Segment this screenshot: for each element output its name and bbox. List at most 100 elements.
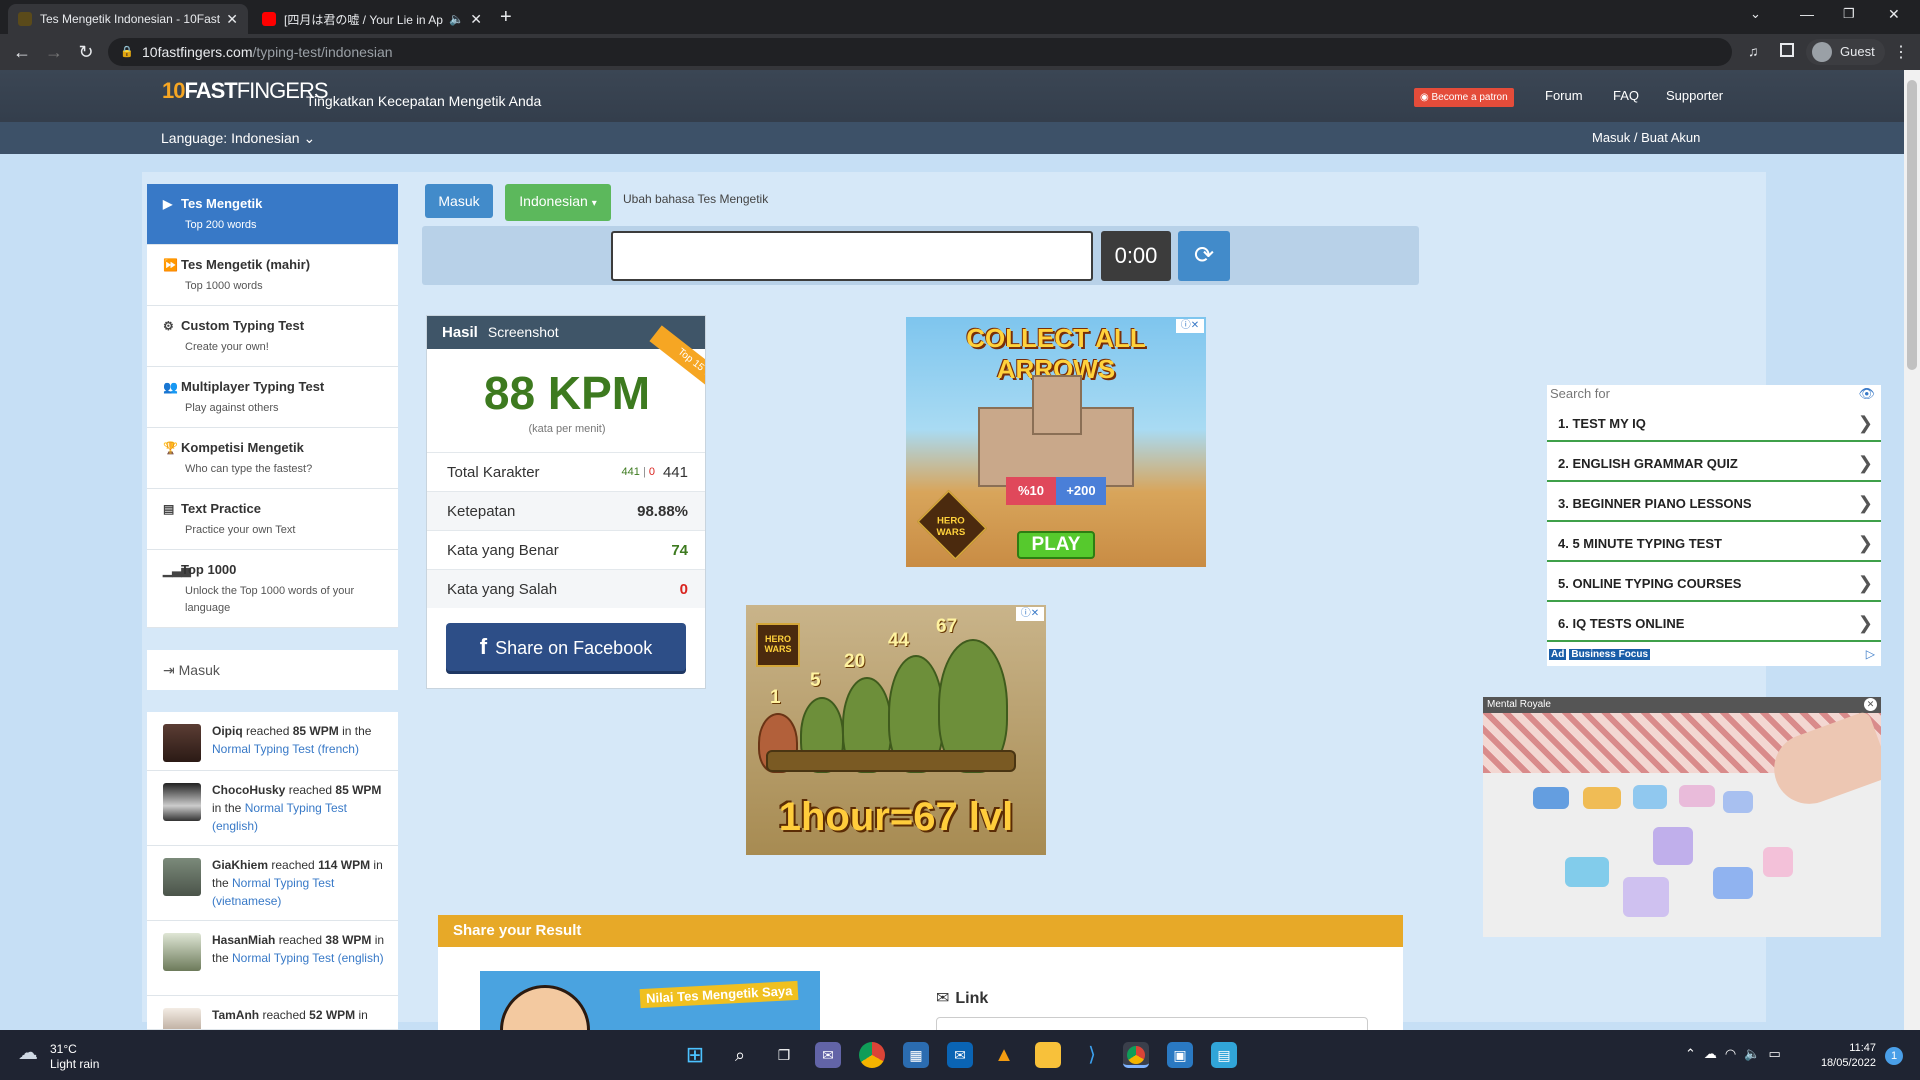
nav-faq[interactable]: FAQ	[1613, 88, 1639, 103]
sidebar-item-kompetisi[interactable]: 🏆 Kompetisi Mengetik Who can type the fas…	[147, 428, 398, 489]
task-view-icon[interactable]: ❐	[771, 1042, 797, 1068]
language-dropdown-button[interactable]: Indonesian ▾	[505, 184, 611, 221]
reload-icon[interactable]: ↻	[75, 42, 97, 63]
tab-typing-test[interactable]: Tes Mengetik Indonesian - 10Fast ✕	[8, 4, 248, 34]
feed-user[interactable]: TamAnh	[212, 1008, 259, 1022]
menu-icon[interactable]: ⋮	[1893, 42, 1909, 62]
language-label: Language: Indonesian	[161, 130, 300, 146]
vscode-icon[interactable]: ⟩	[1079, 1042, 1105, 1068]
search-ad-item[interactable]: 6. IQ TESTS ONLINE ❯	[1547, 605, 1881, 642]
login-register-link[interactable]: Masuk / Buat Akun	[1592, 130, 1700, 145]
close-icon[interactable]: ✕	[1864, 698, 1877, 711]
nav-forum[interactable]: Forum	[1545, 88, 1583, 103]
sidebar-item-text-practice[interactable]: ▤ Text Practice Practice your own Text	[147, 489, 398, 550]
restore-icon[interactable]: ❐	[1843, 6, 1855, 22]
search-ad-item[interactable]: 1. TEST MY IQ ❯	[1547, 405, 1881, 442]
video-ad[interactable]: Mental Royale ✕	[1483, 697, 1881, 937]
side-panel-icon[interactable]	[1780, 43, 1794, 57]
ad-info-icon[interactable]: ⓘ✕	[1016, 607, 1044, 621]
search-icon[interactable]: ⌕	[727, 1042, 753, 1068]
avatar	[163, 1008, 201, 1029]
forward-icon[interactable]: →	[43, 42, 65, 63]
ad-play-button[interactable]: PLAY	[1017, 531, 1095, 559]
tab-screenshot[interactable]: Screenshot	[488, 324, 559, 340]
notepad-icon[interactable]: ▤	[1211, 1042, 1237, 1068]
sidebar-login[interactable]: ⇥ Masuk	[147, 650, 398, 690]
feed-test-link[interactable]: Normal Typing Test (french)	[212, 742, 359, 756]
scrollbar-thumb[interactable]	[1907, 80, 1917, 370]
sidebar-item-tes-mengetik[interactable]: ▶ Tes Mengetik Top 200 words	[147, 184, 398, 245]
cartoon-face-image	[500, 985, 590, 1031]
feed-user[interactable]: HasanMiah	[212, 933, 275, 947]
photos-icon[interactable]: ▣	[1167, 1042, 1193, 1068]
share-result-image[interactable]: Nilai Tes Mengetik Saya	[480, 971, 820, 1031]
feed-user[interactable]: Oipiq	[212, 724, 243, 738]
vlc-icon[interactable]: ▲	[991, 1042, 1017, 1068]
lock-icon[interactable]: 🔒	[120, 45, 134, 58]
feed-text: in the	[212, 801, 245, 815]
become-patron-button[interactable]: ◉ Become a patron	[1414, 88, 1514, 107]
notification-badge[interactable]: 1	[1885, 1047, 1903, 1065]
sidebar-item-top1000[interactable]: ▁▃▅Top 1000 Unlock the Top 1000 words of…	[147, 550, 398, 628]
share-link-label: ✉ Link	[936, 988, 988, 1008]
avatar	[163, 783, 201, 821]
feed-user[interactable]: ChocoHusky	[212, 783, 285, 797]
result-row-ketepatan: Ketepatan 98.88%	[427, 491, 705, 530]
weather-widget[interactable]: ☁ 31°C Light rain	[18, 1042, 99, 1072]
feed-test-link[interactable]: Normal Typing Test (english)	[232, 951, 384, 965]
ad-info-icon[interactable]: ⓘ✕	[1176, 319, 1204, 333]
restart-button[interactable]: ⟳	[1178, 231, 1230, 281]
nav-supporter[interactable]: Supporter	[1666, 88, 1723, 103]
tab-youtube[interactable]: [四月は君の嘘 / Your Lie in Ap 🔈 ✕	[252, 4, 492, 34]
feed-user[interactable]: GiaKhiem	[212, 858, 268, 872]
back-icon[interactable]: ←	[11, 42, 33, 63]
chevron-right-icon: ❯	[1857, 573, 1873, 593]
sidebar-item-multiplayer[interactable]: 👥 Multiplayer Typing Test Play against ot…	[147, 367, 398, 428]
chrome-active-icon[interactable]	[1123, 1042, 1149, 1068]
close-icon[interactable]: ✕	[470, 11, 482, 28]
chevron-right-icon: ❯	[1857, 413, 1873, 433]
search-ad-item[interactable]: 2. ENGLISH GRAMMAR QUIZ ❯	[1547, 445, 1881, 482]
avatar	[163, 858, 201, 896]
clock-time: 11:47	[1849, 1042, 1876, 1054]
store-icon[interactable]: ▦	[903, 1042, 929, 1068]
language-select[interactable]: Language: Indonesian ⌄	[161, 130, 315, 147]
minimize-icon[interactable]: —	[1800, 6, 1814, 22]
sidebar-item-mahir[interactable]: ⏩ Tes Mengetik (mahir) Top 1000 words	[147, 245, 398, 306]
site-logo[interactable]: 10FASTFINGERS	[162, 78, 329, 104]
clock[interactable]: 11:47 18/05/2022	[1800, 1041, 1876, 1071]
mail-icon[interactable]: ✉	[947, 1042, 973, 1068]
start-icon[interactable]: ⊞	[682, 1042, 708, 1068]
media-control-icon[interactable]: ♫	[1748, 43, 1759, 59]
list-item: ChocoHusky reached 85 WPM in the Normal …	[147, 771, 398, 846]
search-ad-item[interactable]: 3. BEGINNER PIANO LESSONS ❯	[1547, 485, 1881, 522]
teams-chat-icon[interactable]: ✉	[815, 1042, 841, 1068]
system-tray[interactable]: ⌃☁◠🔈▭	[1685, 1046, 1789, 1062]
search-ad-item[interactable]: 5. ONLINE TYPING COURSES ❯	[1547, 565, 1881, 602]
typing-input[interactable]	[611, 231, 1093, 281]
window-close-icon[interactable]: ✕	[1888, 6, 1900, 23]
toy-letter	[1653, 827, 1693, 865]
tab-search-icon[interactable]: ⌄	[1750, 6, 1761, 22]
profile-button[interactable]: Guest	[1806, 39, 1885, 65]
wifi-icon: ◠	[1724, 1046, 1745, 1061]
speaker-icon[interactable]: 🔈	[449, 12, 464, 26]
chevron-right-icon: ❯	[1857, 533, 1873, 553]
address-bar[interactable]: 10fastfingers.com/typing-test/indonesian	[108, 38, 1732, 66]
ad-banner-1[interactable]: COLLECT ALL ARROWS ⓘ✕ %10 +200 HERO WARS…	[906, 317, 1206, 567]
search-ad-item[interactable]: 4. 5 MINUTE TYPING TEST ❯	[1547, 525, 1881, 562]
result-label: Kata yang Salah	[447, 581, 558, 598]
file-explorer-icon[interactable]	[1035, 1042, 1061, 1068]
ad-level-num: 1	[770, 687, 781, 708]
feed-text: reached	[242, 724, 293, 738]
ad-banner-2[interactable]: ⓘ✕ HERO WARS 1 5 20 44 67 1hour=67 lvl	[746, 605, 1046, 855]
adchoices-icon[interactable]: 👁	[1858, 386, 1875, 402]
close-icon[interactable]: ✕	[226, 11, 238, 28]
tab-hasil[interactable]: Hasil	[442, 324, 478, 341]
share-facebook-button[interactable]: f Share on Facebook	[446, 623, 686, 671]
masuk-button[interactable]: Masuk	[425, 184, 493, 218]
sidebar-item-custom[interactable]: ⚙ Custom Typing Test Create your own!	[147, 306, 398, 367]
adchoices-icon[interactable]: ▷	[1866, 647, 1875, 661]
new-tab-button[interactable]: +	[500, 6, 512, 29]
chrome-icon[interactable]	[859, 1042, 885, 1068]
